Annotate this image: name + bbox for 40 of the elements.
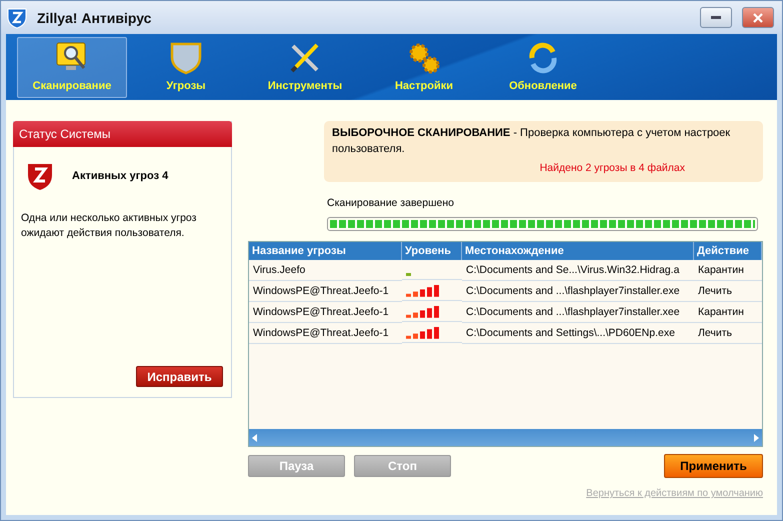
close-button[interactable] xyxy=(742,7,774,28)
window-title: Zillya! Антивірус xyxy=(37,10,152,26)
progress-label: Сканирование завершено xyxy=(327,197,456,209)
shield-logo-icon xyxy=(26,161,54,191)
table-cell: Карантин xyxy=(694,260,762,281)
table-cell: C:\Documents and Se...\Virus.Win32.Hidrag.a xyxy=(462,260,694,281)
column-header[interactable]: Уровень xyxy=(402,242,462,260)
table-cell: Virus.Jeefo xyxy=(249,260,402,281)
gears-icon xyxy=(407,41,441,75)
found-threats-text: Найдено 2 угрозы в 4 файлах xyxy=(540,162,685,174)
shield-icon xyxy=(169,41,203,75)
column-header[interactable]: Действие xyxy=(694,242,762,260)
reset-defaults-link[interactable]: Вернуться к действиям по умолчанию xyxy=(586,488,763,499)
close-icon xyxy=(753,12,763,22)
table-cell: WindowsPE@Threat.Jeefo-1 xyxy=(249,302,402,323)
table-cell: C:\Documents and ...\flashplayer7installer.xee xyxy=(462,302,694,323)
panel-title: Статус Системы xyxy=(13,121,232,147)
fix-button[interactable]: Исправить xyxy=(136,366,223,387)
table-cell: C:\Documents and ...\flashplayer7installer.exe xyxy=(462,281,694,302)
active-threats-count: Активных угроз 4 xyxy=(72,170,168,182)
nav-tab[interactable]: Настройки xyxy=(365,37,483,98)
nav-tab[interactable]: Угрозы xyxy=(127,37,245,98)
column-header[interactable]: Местонахождение xyxy=(462,242,694,260)
nav-tab[interactable]: Инструменты xyxy=(245,37,365,98)
table-cell: C:\Documents and Settings\...\PD60ENp.exe xyxy=(462,323,694,344)
minimize-button[interactable] xyxy=(700,7,732,28)
table-cell: WindowsPE@Threat.Jeefo-1 xyxy=(249,323,402,344)
table-cell: Карантин xyxy=(694,302,762,323)
status-message: Одна или несколько активных угроз ожидают действия пользователя. xyxy=(21,211,198,241)
horizontal-scrollbar[interactable] xyxy=(249,429,762,446)
scan-description: ВЫБОРОЧНОЕ СКАНИРОВАНИЕ - Проверка компьютера с учетом настроек пользователя. xyxy=(332,126,732,157)
minimize-icon xyxy=(711,16,721,19)
nav-tab[interactable]: Обновление xyxy=(483,37,603,98)
column-header[interactable]: Название угрозы xyxy=(249,242,402,260)
nav-tab[interactable]: Сканирование xyxy=(17,37,127,98)
table-cell: Лечить xyxy=(694,323,762,344)
table-cell: Лечить xyxy=(694,281,762,302)
table-cell: WindowsPE@Threat.Jeefo-1 xyxy=(249,281,402,302)
apply-button[interactable]: Применить xyxy=(664,454,763,478)
shield-logo-icon xyxy=(7,6,27,28)
